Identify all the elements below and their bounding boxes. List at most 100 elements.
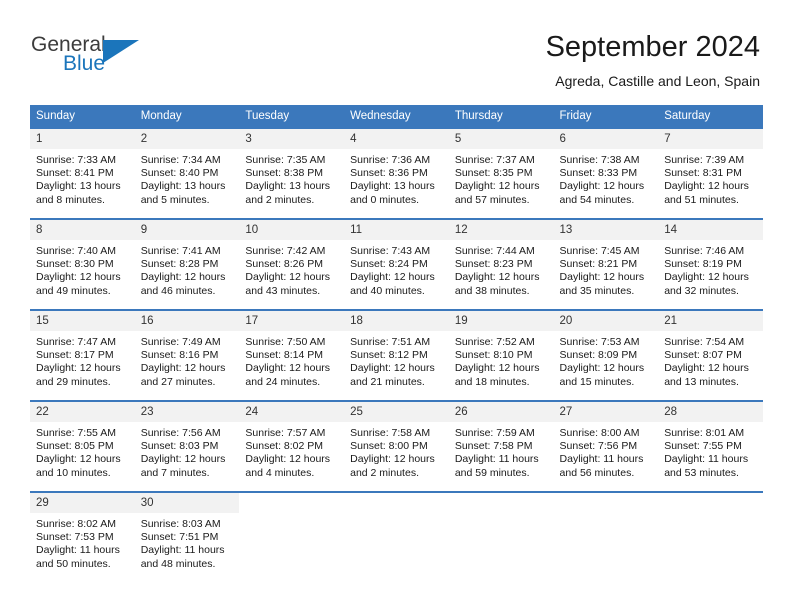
day-cell-inner: 20 Sunrise: 7:53 AM Sunset: 8:09 PM Dayligh… xyxy=(553,311,659,400)
calendar-day-cell[interactable]: 5 Sunrise: 7:37 AM Sunset: 8:35 PM Daylight… xyxy=(448,127,554,219)
calendar-day-cell[interactable]: 7 Sunrise: 7:39 AM Sunset: 8:31 PM Daylight… xyxy=(658,127,763,219)
calendar-day-cell[interactable]: 16 Sunrise: 7:49 AM Sunset: 8:16 PM Dayligh… xyxy=(134,309,240,401)
calendar-day-cell[interactable]: 10 Sunrise: 7:42 AM Sunset: 8:26 PM Dayligh… xyxy=(239,218,345,310)
day-cell-inner: 3 Sunrise: 7:35 AM Sunset: 8:38 PM Daylight… xyxy=(239,129,345,218)
day-daylight-line: and 5 minutes. xyxy=(140,193,210,206)
day-sunset-line: Sunset: 8:02 PM xyxy=(245,440,324,453)
calendar-day-cell[interactable]: 20 Sunrise: 7:53 AM Sunset: 8:09 PM Dayligh… xyxy=(553,309,659,401)
calendar-day-cell[interactable]: 15 Sunrise: 7:47 AM Sunset: 8:17 PM Dayligh… xyxy=(30,309,135,401)
day-sunrise-line: Sunrise: 7:38 AM xyxy=(559,154,640,166)
day-number: 20 xyxy=(553,311,659,331)
day-number: 15 xyxy=(30,311,135,331)
day-sunset-line: Sunset: 8:09 PM xyxy=(559,349,638,362)
calendar-day-cell[interactable]: 26 Sunrise: 7:59 AM Sunset: 7:58 PM Dayligh… xyxy=(448,400,554,492)
day-daylight-line: Daylight: 12 hours xyxy=(454,180,540,193)
day-details: Sunrise: 7:42 AM Sunset: 8:26 PM Daylight:… xyxy=(239,240,344,298)
generalblue-logo[interactable]: General Blue xyxy=(31,34,221,84)
day-sunrise-line: Sunrise: 7:46 AM xyxy=(664,245,745,257)
day-cell-inner: 9 Sunrise: 7:41 AM Sunset: 8:28 PM Daylight… xyxy=(134,220,240,309)
calendar-day-cell[interactable]: 9 Sunrise: 7:41 AM Sunset: 8:28 PM Daylight… xyxy=(134,218,240,310)
day-cell-inner: 12 Sunrise: 7:44 AM Sunset: 8:23 PM Dayligh… xyxy=(448,220,554,309)
calendar-day-cell[interactable]: 27 Sunrise: 8:00 AM Sunset: 7:56 PM Dayligh… xyxy=(553,400,659,492)
day-daylight-line: Daylight: 12 hours xyxy=(559,362,645,375)
day-number: 25 xyxy=(344,402,449,422)
day-number: 5 xyxy=(448,129,554,149)
calendar-day-cell[interactable]: 19 Sunrise: 7:52 AM Sunset: 8:10 PM Dayligh… xyxy=(448,309,554,401)
calendar-day-cell[interactable]: 18 Sunrise: 7:51 AM Sunset: 8:12 PM Dayligh… xyxy=(344,309,449,401)
day-sunset-line: Sunset: 8:33 PM xyxy=(559,167,638,180)
day-number xyxy=(239,493,345,513)
calendar-day-cell[interactable]: 30 Sunrise: 8:03 AM Sunset: 7:51 PM Dayligh… xyxy=(134,491,240,582)
day-daylight-line: Daylight: 11 hours xyxy=(36,544,120,557)
day-sunrise-line: Sunrise: 8:02 AM xyxy=(36,518,116,530)
calendar-day-cell[interactable]: 14 Sunrise: 7:46 AM Sunset: 8:19 PM Dayligh… xyxy=(658,218,763,310)
calendar-day-cell[interactable]: 8 Sunrise: 7:40 AM Sunset: 8:30 PM Daylight… xyxy=(30,218,135,310)
day-sunrise-line: Sunrise: 7:58 AM xyxy=(350,427,431,439)
weekday-header-saturday: Saturday xyxy=(658,105,763,128)
day-cell-inner xyxy=(239,493,345,582)
day-sunset-line: Sunset: 8:24 PM xyxy=(350,258,428,271)
calendar-day-cell-empty xyxy=(658,491,763,582)
day-cell-inner: 19 Sunrise: 7:52 AM Sunset: 8:10 PM Dayligh… xyxy=(448,311,554,400)
day-sunset-line: Sunset: 8:17 PM xyxy=(36,349,114,362)
day-sunset-line: Sunset: 8:14 PM xyxy=(245,349,324,362)
day-sunrise-line: Sunrise: 7:40 AM xyxy=(36,245,116,257)
day-sunset-line: Sunset: 8:41 PM xyxy=(36,167,114,180)
calendar-day-cell[interactable]: 3 Sunrise: 7:35 AM Sunset: 8:38 PM Daylight… xyxy=(239,127,345,219)
calendar-day-cell[interactable]: 28 Sunrise: 8:01 AM Sunset: 7:55 PM Dayligh… xyxy=(658,400,763,492)
day-cell-inner: 24 Sunrise: 7:57 AM Sunset: 8:02 PM Dayligh… xyxy=(239,402,345,491)
day-daylight-line: and 2 minutes. xyxy=(245,193,315,206)
calendar-day-cell[interactable]: 6 Sunrise: 7:38 AM Sunset: 8:33 PM Daylight… xyxy=(553,127,659,219)
calendar-table: Sunday Monday Tuesday Wednesday Thursday… xyxy=(30,105,763,582)
day-sunset-line: Sunset: 8:35 PM xyxy=(454,167,533,180)
calendar-day-cell[interactable]: 24 Sunrise: 7:57 AM Sunset: 8:02 PM Dayligh… xyxy=(239,400,345,492)
day-details: Sunrise: 8:02 AM Sunset: 7:53 PM Daylight:… xyxy=(30,513,135,571)
calendar-day-cell[interactable]: 25 Sunrise: 7:58 AM Sunset: 8:00 PM Dayligh… xyxy=(344,400,449,492)
calendar-day-cell[interactable]: 22 Sunrise: 7:55 AM Sunset: 8:05 PM Dayligh… xyxy=(30,400,135,492)
calendar-day-cell[interactable]: 23 Sunrise: 7:56 AM Sunset: 8:03 PM Dayligh… xyxy=(134,400,240,492)
day-daylight-line: Daylight: 12 hours xyxy=(664,180,749,193)
day-number: 22 xyxy=(30,402,135,422)
day-sunset-line: Sunset: 7:58 PM xyxy=(454,440,533,453)
day-sunset-line: Sunset: 8:38 PM xyxy=(245,167,324,180)
day-cell-inner: 26 Sunrise: 7:59 AM Sunset: 7:58 PM Dayligh… xyxy=(448,402,554,491)
day-sunrise-line: Sunrise: 8:03 AM xyxy=(140,518,221,530)
day-daylight-line: and 29 minutes. xyxy=(36,375,111,388)
day-daylight-line: and 48 minutes. xyxy=(140,557,216,570)
day-daylight-line: and 49 minutes. xyxy=(36,284,111,297)
calendar-day-cell[interactable]: 2 Sunrise: 7:34 AM Sunset: 8:40 PM Daylight… xyxy=(134,127,240,219)
calendar-day-cell[interactable]: 1 Sunrise: 7:33 AM Sunset: 8:41 PM Daylight… xyxy=(30,127,135,219)
day-details: Sunrise: 7:37 AM Sunset: 8:35 PM Daylight:… xyxy=(449,149,554,207)
calendar-day-cell[interactable]: 12 Sunrise: 7:44 AM Sunset: 8:23 PM Dayligh… xyxy=(448,218,554,310)
weekday-header-sunday: Sunday xyxy=(30,105,135,128)
day-daylight-line: and 0 minutes. xyxy=(350,193,419,206)
day-details: Sunrise: 7:54 AM Sunset: 8:07 PM Daylight:… xyxy=(658,331,763,389)
day-details: Sunrise: 7:40 AM Sunset: 8:30 PM Daylight:… xyxy=(30,240,135,298)
day-sunrise-line: Sunrise: 7:53 AM xyxy=(559,336,640,348)
day-cell-inner: 6 Sunrise: 7:38 AM Sunset: 8:33 PM Daylight… xyxy=(553,129,659,218)
day-sunset-line: Sunset: 8:10 PM xyxy=(454,349,533,362)
day-cell-inner: 13 Sunrise: 7:45 AM Sunset: 8:21 PM Dayligh… xyxy=(553,220,659,309)
calendar-day-cell[interactable]: 21 Sunrise: 7:54 AM Sunset: 8:07 PM Dayligh… xyxy=(658,309,763,401)
day-daylight-line: Daylight: 11 hours xyxy=(454,453,539,466)
calendar-header: Sunday Monday Tuesday Wednesday Thursday… xyxy=(30,105,763,128)
day-daylight-line: Daylight: 12 hours xyxy=(559,271,645,284)
day-number: 6 xyxy=(553,129,659,149)
calendar-day-cell[interactable]: 13 Sunrise: 7:45 AM Sunset: 8:21 PM Dayligh… xyxy=(553,218,659,310)
calendar-day-cell-empty xyxy=(344,491,449,582)
day-details: Sunrise: 7:53 AM Sunset: 8:09 PM Daylight:… xyxy=(554,331,659,389)
day-daylight-line: and 38 minutes. xyxy=(454,284,530,297)
day-details: Sunrise: 7:44 AM Sunset: 8:23 PM Daylight:… xyxy=(449,240,554,298)
day-daylight-line: Daylight: 12 hours xyxy=(350,453,435,466)
calendar-day-cell-empty xyxy=(239,491,345,582)
day-cell-inner: 30 Sunrise: 8:03 AM Sunset: 7:51 PM Dayligh… xyxy=(134,493,240,582)
calendar-day-cell[interactable]: 17 Sunrise: 7:50 AM Sunset: 8:14 PM Dayligh… xyxy=(239,309,345,401)
day-number: 29 xyxy=(30,493,135,513)
day-daylight-line: and 53 minutes. xyxy=(664,466,739,479)
calendar-day-cell[interactable]: 4 Sunrise: 7:36 AM Sunset: 8:36 PM Daylight… xyxy=(344,127,449,219)
calendar-week-row: 8 Sunrise: 7:40 AM Sunset: 8:30 PM Daylight… xyxy=(30,218,763,310)
calendar-day-cell[interactable]: 11 Sunrise: 7:43 AM Sunset: 8:24 PM Dayligh… xyxy=(344,218,449,310)
day-daylight-line: and 21 minutes. xyxy=(350,375,425,388)
calendar-day-cell[interactable]: 29 Sunrise: 8:02 AM Sunset: 7:53 PM Dayligh… xyxy=(30,491,135,582)
day-details: Sunrise: 7:39 AM Sunset: 8:31 PM Daylight:… xyxy=(658,149,763,207)
